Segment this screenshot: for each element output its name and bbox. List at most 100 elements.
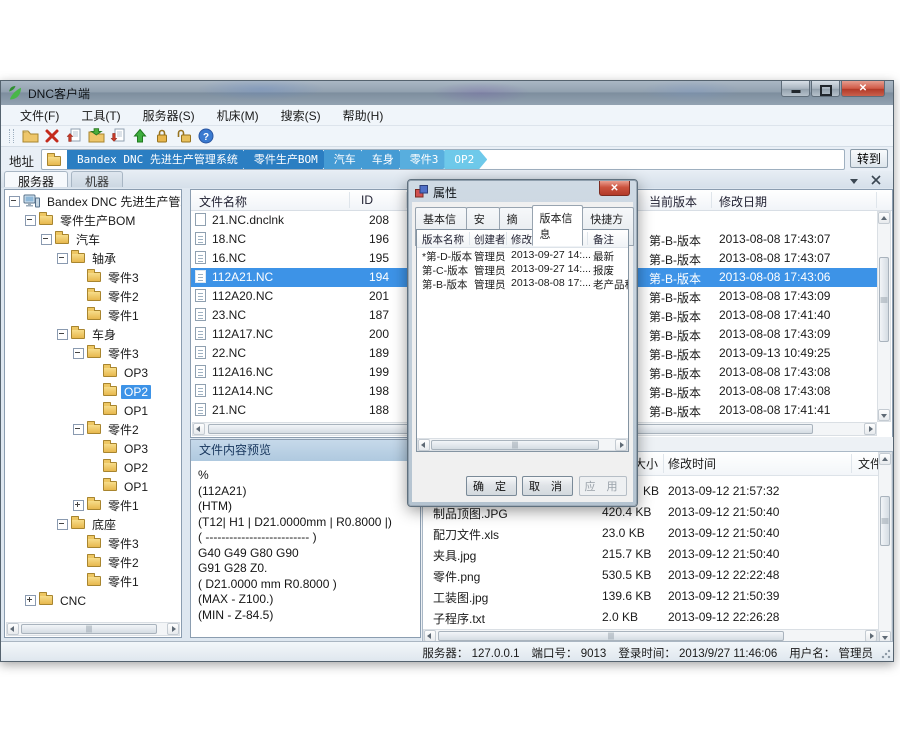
go-button[interactable]: 转到 bbox=[850, 149, 888, 168]
resize-grip-icon[interactable] bbox=[881, 649, 891, 659]
expand-icon[interactable] bbox=[73, 500, 84, 511]
scrollbar-thumb[interactable] bbox=[431, 440, 599, 450]
menu-item-0[interactable]: 文件(F) bbox=[9, 105, 70, 126]
breadcrumb-item-0[interactable]: Bandex DNC 先进生产管理系统 bbox=[67, 150, 251, 169]
ok-button[interactable]: 确 定 bbox=[466, 476, 517, 496]
address-field[interactable]: Bandex DNC 先进生产管理系统零件生产BOM汽车车身零件3OP2 bbox=[41, 149, 845, 170]
collapse-icon[interactable] bbox=[57, 253, 68, 264]
scroll-right-icon[interactable] bbox=[167, 623, 179, 635]
dialog-close-button[interactable]: ✕ bbox=[599, 181, 630, 196]
tree-item[interactable]: Bandex DNC 先进生产管理系统 bbox=[5, 192, 181, 211]
scroll-left-icon[interactable] bbox=[418, 439, 430, 451]
unlock-button[interactable] bbox=[175, 127, 195, 145]
upload-button[interactable] bbox=[131, 127, 151, 145]
scroll-left-icon[interactable] bbox=[7, 623, 19, 635]
version-row[interactable]: 第-C-版本管理员2013-09-27 14:...报废 bbox=[417, 263, 628, 277]
column-header-0[interactable]: 文件名称 bbox=[199, 193, 247, 210]
help-button[interactable]: ? bbox=[197, 127, 217, 145]
minimize-button[interactable] bbox=[781, 81, 810, 97]
new-folder-button[interactable] bbox=[21, 127, 41, 145]
dialog-horizontal-scrollbar[interactable] bbox=[417, 438, 628, 451]
scroll-down-icon[interactable] bbox=[878, 409, 890, 421]
menu-item-3[interactable]: 机床(M) bbox=[206, 105, 270, 126]
dialog-title-bar[interactable]: 属性 ✕ bbox=[409, 181, 636, 202]
tree-item[interactable]: 零件3 bbox=[5, 534, 181, 553]
collapse-panel-button[interactable] bbox=[847, 173, 861, 186]
collapse-icon[interactable] bbox=[57, 519, 68, 530]
scroll-right-icon[interactable] bbox=[615, 439, 627, 451]
collapse-icon[interactable] bbox=[41, 234, 52, 245]
collapse-icon[interactable] bbox=[73, 424, 84, 435]
attachment-column-header-0[interactable]: 大小 bbox=[634, 455, 658, 472]
column-header-3[interactable]: 修改日期 bbox=[719, 193, 767, 210]
attachment-row[interactable]: 零件.png530.5 KB2013-09-12 22:22:48 bbox=[423, 565, 878, 586]
breadcrumb-item-1[interactable]: 零件生产BOM bbox=[244, 150, 331, 169]
tree-item[interactable]: OP3 bbox=[5, 363, 181, 382]
close-panel-button[interactable] bbox=[869, 173, 883, 186]
tree-item[interactable]: 轴承 bbox=[5, 249, 181, 268]
tree-item[interactable]: 零件2 bbox=[5, 420, 181, 439]
lock-button[interactable] bbox=[153, 127, 173, 145]
menu-item-4[interactable]: 搜索(S) bbox=[270, 105, 332, 126]
version-column-header-3[interactable]: 备注 bbox=[593, 232, 614, 247]
dialog-tab-3[interactable]: 版本信息 bbox=[532, 205, 584, 246]
checkin-file-button[interactable] bbox=[65, 127, 85, 145]
tree-item[interactable]: 零件3 bbox=[5, 344, 181, 363]
checkout-file-button[interactable] bbox=[109, 127, 129, 145]
scroll-up-icon[interactable] bbox=[878, 212, 890, 224]
maximize-button[interactable] bbox=[811, 81, 840, 97]
breadcrumb-item-5[interactable]: OP2 bbox=[444, 150, 487, 169]
scroll-right-icon[interactable] bbox=[864, 423, 876, 435]
file-list-vertical-scrollbar[interactable] bbox=[877, 211, 891, 422]
tree-horizontal-scrollbar[interactable] bbox=[6, 622, 180, 636]
tree-item[interactable]: OP1 bbox=[5, 477, 181, 496]
tree-item[interactable]: 车身 bbox=[5, 325, 181, 344]
scrollbar-thumb[interactable] bbox=[880, 496, 890, 546]
export-folder-button[interactable] bbox=[87, 127, 107, 145]
breadcrumb-item-4[interactable]: 零件3 bbox=[400, 150, 452, 169]
tree-item[interactable]: 零件2 bbox=[5, 553, 181, 572]
collapse-icon[interactable] bbox=[9, 196, 20, 207]
scroll-left-icon[interactable] bbox=[193, 423, 205, 435]
tree-item[interactable]: 零件1 bbox=[5, 572, 181, 591]
tree-item[interactable]: OP3 bbox=[5, 439, 181, 458]
panel-tab-0[interactable]: 服务器 bbox=[4, 171, 68, 187]
tree-item[interactable]: 零件1 bbox=[5, 306, 181, 325]
attachment-row[interactable]: 子程序.txt2.0 KB2013-09-12 22:26:28 bbox=[423, 607, 878, 628]
scrollbar-thumb[interactable] bbox=[438, 631, 784, 641]
tree-item[interactable]: OP1 bbox=[5, 401, 181, 420]
collapse-icon[interactable] bbox=[25, 215, 36, 226]
tree-item[interactable]: 底座 bbox=[5, 515, 181, 534]
version-column-header-1[interactable]: 创建者 bbox=[474, 232, 506, 247]
scroll-up-icon[interactable] bbox=[879, 453, 891, 465]
version-row[interactable]: *第-D-版本管理员2013-09-27 14:...最新 bbox=[417, 249, 628, 263]
menu-item-2[interactable]: 服务器(S) bbox=[132, 105, 206, 126]
panel-tab-1[interactable]: 机器 bbox=[71, 171, 123, 187]
scrollbar-thumb[interactable] bbox=[21, 624, 157, 634]
tree-item[interactable]: 零件2 bbox=[5, 287, 181, 306]
collapse-icon[interactable] bbox=[73, 348, 84, 359]
expand-icon[interactable] bbox=[25, 595, 36, 606]
tree-item[interactable]: 汽车 bbox=[5, 230, 181, 249]
scrollbar-thumb[interactable] bbox=[879, 257, 889, 342]
tree-item[interactable]: 零件生产BOM bbox=[5, 211, 181, 230]
title-bar[interactable]: DNC客户端 ✕ bbox=[1, 81, 893, 106]
menu-item-5[interactable]: 帮助(H) bbox=[332, 105, 395, 126]
version-row[interactable]: 第-B-版本管理员2013-08-08 17:...老产品程序 bbox=[417, 277, 628, 291]
column-header-1[interactable]: ID bbox=[331, 193, 373, 207]
tree-item[interactable]: 零件1 bbox=[5, 496, 181, 515]
close-button[interactable]: ✕ bbox=[841, 81, 885, 97]
menu-item-1[interactable]: 工具(T) bbox=[70, 105, 131, 126]
cancel-button[interactable]: 取 消 bbox=[522, 476, 573, 496]
version-column-header-0[interactable]: 版本名称 bbox=[422, 232, 464, 247]
delete-button[interactable] bbox=[43, 127, 63, 145]
attachment-column-header-1[interactable]: 修改时间 bbox=[668, 455, 716, 472]
attachment-row[interactable]: 夹具.jpg215.7 KB2013-09-12 21:50:40 bbox=[423, 544, 878, 565]
tree-item[interactable]: 零件3 bbox=[5, 268, 181, 287]
attachment-row[interactable]: 配刀文件.xls23.0 KB2013-09-12 21:50:40 bbox=[423, 523, 878, 544]
tree-item[interactable]: OP2 bbox=[5, 458, 181, 477]
collapse-icon[interactable] bbox=[57, 329, 68, 340]
column-header-2[interactable]: 当前版本 bbox=[649, 193, 697, 210]
attachments-vertical-scrollbar[interactable] bbox=[878, 452, 892, 643]
tree-item[interactable]: CNC bbox=[5, 591, 181, 610]
